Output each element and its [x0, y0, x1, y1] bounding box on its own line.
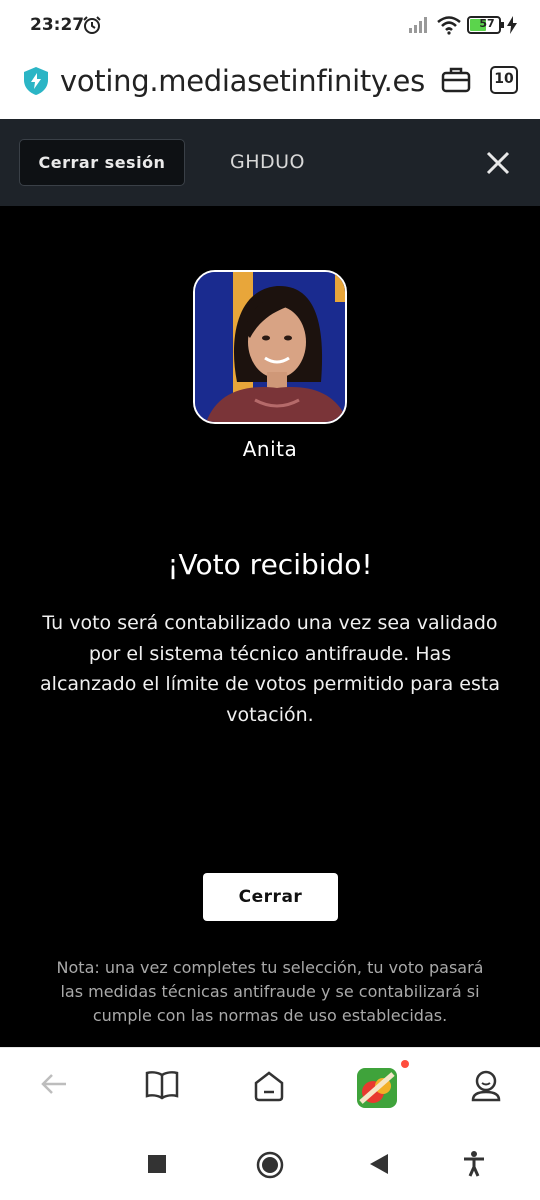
- recents-icon[interactable]: [148, 1155, 166, 1173]
- profile-icon[interactable]: [471, 1070, 501, 1102]
- charging-icon: [507, 16, 517, 34]
- game-icon[interactable]: [357, 1068, 397, 1108]
- back-triangle-icon[interactable]: [370, 1154, 388, 1174]
- book-icon[interactable]: [145, 1070, 179, 1100]
- home-circle-icon[interactable]: [256, 1151, 284, 1179]
- candidate-photo: [193, 270, 347, 424]
- vote-received-heading: ¡Voto recibido!: [167, 548, 373, 581]
- close-button[interactable]: Cerrar: [203, 873, 338, 921]
- vote-message: Tu voto será contabilizado una vez sea v…: [40, 612, 500, 726]
- candidate-name: Anita: [242, 437, 298, 461]
- briefcase-icon[interactable]: [441, 66, 471, 94]
- signal-icon: [409, 17, 427, 33]
- browser-bottom-bar: [0, 1047, 540, 1129]
- site-header: Cerrar sesión GHDUO: [0, 119, 540, 206]
- home-icon[interactable]: [253, 1070, 285, 1102]
- antifraud-note: Nota: una vez completes tu selección, tu…: [56, 958, 484, 1025]
- tab-count-button[interactable]: 10: [490, 66, 518, 94]
- shield-icon[interactable]: [23, 66, 49, 96]
- status-bar: 23:27 57: [0, 0, 540, 52]
- system-navigation-bar: [0, 1129, 540, 1200]
- notification-dot: [401, 1060, 409, 1068]
- program-title: GHDUO: [230, 151, 306, 173]
- back-arrow-icon[interactable]: [40, 1070, 68, 1098]
- browser-url-bar: voting.mediasetinfinity.es/ 10: [0, 52, 540, 119]
- wifi-icon: [437, 16, 461, 35]
- close-icon[interactable]: [486, 151, 510, 175]
- accessibility-icon[interactable]: [463, 1151, 485, 1177]
- logout-button[interactable]: Cerrar sesión: [19, 139, 185, 186]
- battery-level: 57: [479, 17, 495, 30]
- url-field[interactable]: voting.mediasetinfinity.es/: [60, 64, 424, 98]
- status-time: 23:27: [30, 15, 85, 35]
- alarm-icon: [83, 16, 101, 34]
